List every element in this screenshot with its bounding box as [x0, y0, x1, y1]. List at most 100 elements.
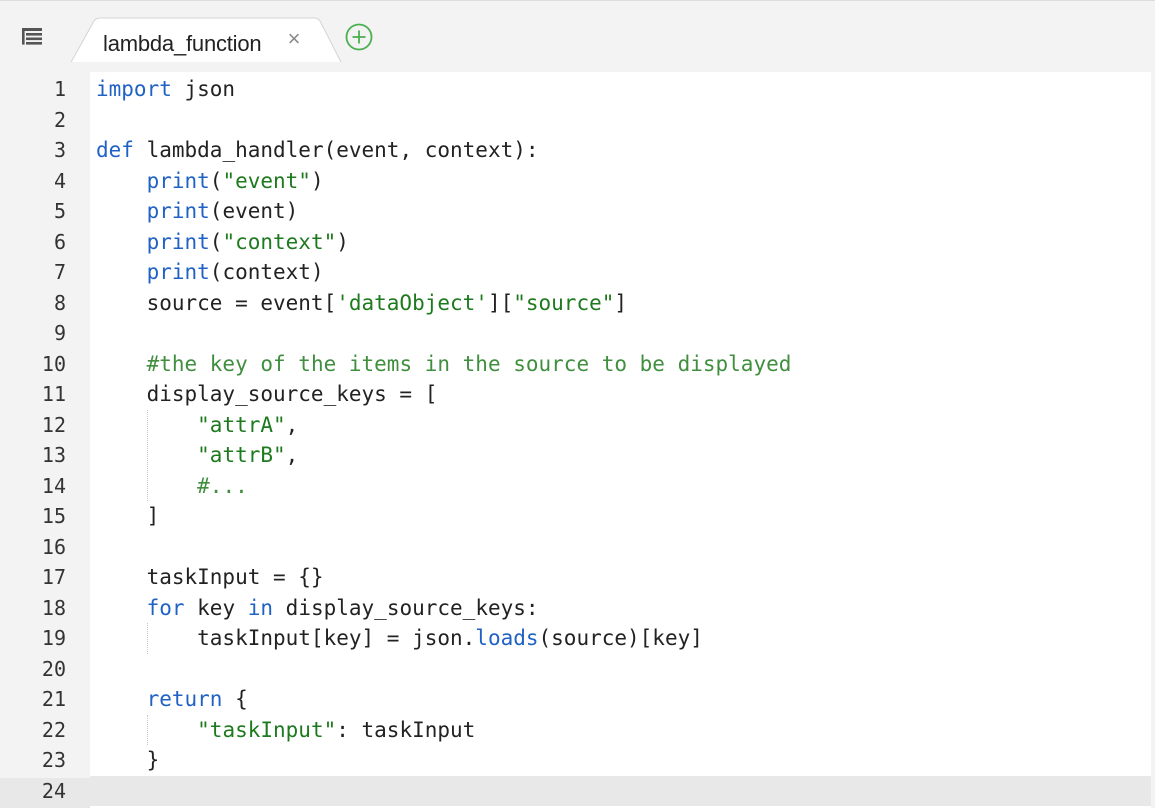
- code-token: display_source_keys = [: [96, 382, 438, 406]
- tab-label: lambda_function: [103, 31, 262, 56]
- tab-bar: lambda_function ×: [0, 0, 1155, 64]
- add-tab-button[interactable]: [344, 22, 374, 52]
- code-line[interactable]: "taskInput": taskInput: [90, 715, 1151, 746]
- code-token: "event": [222, 168, 311, 193]
- line-number: 22: [41, 717, 66, 742]
- code-token: }: [96, 748, 160, 772]
- line-number: 8: [53, 290, 66, 315]
- code-line[interactable]: for key in display_source_keys:: [90, 593, 1151, 624]
- line-number: 14: [41, 473, 66, 498]
- tab-lambda-function[interactable]: lambda_function ×: [70, 17, 342, 64]
- line-number: 2: [53, 107, 66, 132]
- code-token: "attrA": [197, 412, 286, 437]
- code-line[interactable]: import json: [90, 74, 1151, 105]
- code-token: (context): [209, 260, 324, 284]
- code-token: return: [146, 687, 223, 711]
- code-token: import: [96, 77, 172, 101]
- line-number: 13: [41, 443, 66, 467]
- code-line[interactable]: "attrB",: [90, 440, 1151, 471]
- code-token: key: [184, 595, 248, 620]
- code-line[interactable]: taskInput = {}: [90, 562, 1151, 593]
- code-token: "source": [513, 290, 615, 315]
- code-token: ,: [285, 412, 299, 437]
- line-number: 18: [41, 595, 66, 620]
- line-number: 7: [53, 260, 66, 284]
- code-token: print: [146, 199, 210, 223]
- code-line[interactable]: ]: [90, 501, 1151, 532]
- code-line[interactable]: print("event"): [90, 166, 1151, 197]
- code-token: 'dataObject': [336, 290, 488, 315]
- code-token: lambda_handler(event, context):: [133, 138, 539, 162]
- line-number: 9: [53, 321, 66, 345]
- code-token: ): [310, 168, 324, 193]
- code-token: taskInput = {}: [96, 565, 324, 589]
- code-line[interactable]: [90, 532, 1151, 563]
- code-token: print: [146, 229, 210, 254]
- code-editor[interactable]: 1 2 3 4 5 6 7 8 9 10 11 12 13 14 15 16 17 18 19 20 21 22 23 24 …: [0, 62, 1155, 808]
- code-token: (event): [209, 199, 299, 223]
- close-icon[interactable]: ×: [283, 27, 305, 51]
- code-token: "context": [222, 229, 337, 254]
- code-token: ): [336, 229, 349, 254]
- code-line[interactable]: return {: [90, 684, 1151, 715]
- code-line[interactable]: print(event): [90, 196, 1151, 227]
- code-line[interactable]: [90, 318, 1151, 349]
- code-line[interactable]: [90, 654, 1151, 685]
- code-token: in: [247, 595, 274, 620]
- code-token: ,: [285, 443, 299, 467]
- code-token: def: [96, 138, 134, 162]
- line-number: 11: [41, 382, 66, 406]
- indent-guide: [146, 409, 148, 501]
- line-number: 19: [41, 626, 66, 650]
- line-number: 6: [53, 229, 66, 254]
- code-token: (: [209, 229, 223, 254]
- code-line[interactable]: }: [90, 745, 1151, 776]
- code-token: print: [146, 168, 210, 193]
- code-line[interactable]: #the key of the items in the source to b…: [90, 349, 1151, 380]
- line-number: 16: [41, 534, 66, 559]
- code-line[interactable]: "attrA",: [90, 410, 1151, 441]
- code-line[interactable]: #...: [90, 471, 1151, 502]
- line-number: 21: [41, 687, 66, 711]
- code-token: ]: [96, 504, 160, 528]
- indent-guide: [146, 714, 148, 745]
- code-token: (source)[key]: [538, 626, 703, 650]
- line-number: 20: [41, 656, 66, 681]
- line-number: 5: [53, 199, 66, 223]
- file-tree-toggle-button[interactable]: [12, 19, 52, 53]
- line-number: 3: [53, 138, 66, 162]
- line-number: 1: [53, 77, 66, 101]
- code-token: (: [209, 168, 223, 193]
- code-line[interactable]: [90, 775, 1151, 806]
- line-number: 10: [41, 351, 66, 376]
- line-number: 12: [41, 412, 66, 437]
- code-line[interactable]: [90, 105, 1151, 136]
- code-token: : taskInput: [336, 717, 476, 742]
- code-line[interactable]: print(context): [90, 257, 1151, 288]
- code-token: display_source_keys:: [273, 595, 539, 620]
- code-token: #...: [197, 473, 248, 498]
- plus-circle-icon: [345, 23, 373, 51]
- code-line[interactable]: display_source_keys = [: [90, 379, 1151, 410]
- code-line[interactable]: def lambda_handler(event, context):: [90, 135, 1151, 166]
- code-token: loads: [475, 626, 539, 650]
- code-lines[interactable]: import json def lambda_handler(event, con…: [90, 74, 1151, 806]
- list-icon: [22, 28, 42, 45]
- code-line[interactable]: print("context"): [90, 227, 1151, 258]
- code-line[interactable]: source = event['dataObject']["source"]: [90, 288, 1151, 319]
- code-token: ]: [614, 290, 628, 315]
- line-number: 24: [41, 778, 66, 803]
- indent-guide: [146, 623, 148, 654]
- code-token: #the key of the items in the source to b…: [146, 351, 792, 376]
- code-line[interactable]: taskInput[key] = json.loads(source)[key]: [90, 623, 1151, 654]
- line-number: 17: [41, 565, 66, 589]
- code-token: json: [171, 77, 236, 101]
- line-number: 23: [41, 748, 66, 772]
- line-number: 4: [53, 168, 66, 193]
